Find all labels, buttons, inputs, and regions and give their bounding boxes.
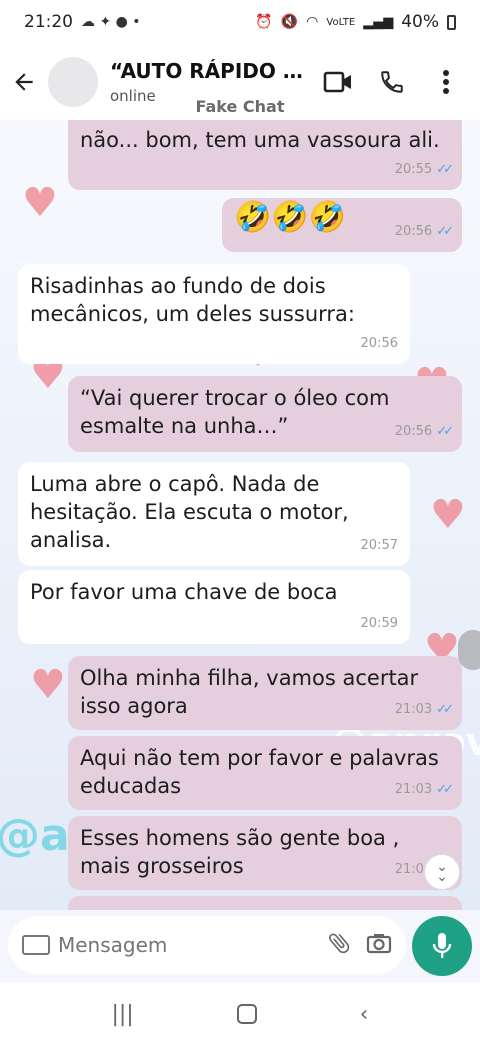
heart-icon: ♥	[430, 492, 466, 538]
home-button[interactable]	[236, 1004, 257, 1024]
alarm-icon: ⏰	[255, 14, 273, 30]
edge-panel-handle[interactable]	[458, 630, 480, 670]
fake-chat-label: Fake Chat	[195, 97, 285, 116]
back-arrow-icon	[15, 73, 33, 91]
signal-icon: ▂▄▆	[363, 14, 394, 30]
system-nav-bar: ||| ‹	[0, 982, 480, 1046]
message-time: 20:55	[394, 162, 433, 177]
network-label: VoLTE	[326, 16, 356, 28]
message-bubble-outgoing[interactable]: Esses homens são gente boa , mais grosse…	[68, 816, 462, 890]
message-text: Aqui não tem por favor e palavras educad…	[80, 746, 439, 798]
recent-apps-button[interactable]: |||	[111, 1002, 133, 1027]
message-text: Por favor uma chave de boca	[30, 580, 338, 604]
back-nav-button[interactable]: ‹	[360, 1002, 369, 1027]
camera-icon[interactable]	[366, 931, 392, 959]
voice-call-button[interactable]	[374, 64, 410, 100]
keyboard-icon[interactable]	[22, 935, 50, 955]
message-bubble-outgoing[interactable]: não... bom, tem uma vassoura ali. 20:55 ✓…	[68, 120, 462, 190]
scroll-down-button[interactable]: ⌄ ⌄	[424, 854, 460, 890]
status-time: 21:20	[24, 12, 73, 32]
heart-icon: ♥	[22, 180, 58, 226]
message-bubble-outgoing[interactable]: “Vai querer trocar o óleo com esmalte na…	[68, 376, 462, 452]
message-text: Risadinhas ao fundo de dois mecânicos, u…	[30, 274, 355, 326]
chat-area[interactable]: ♥ ♥ ♥ ♥ ♥ ♥ ♥ @aprov @aprov não... bom, …	[0, 120, 480, 910]
message-time: 20:57	[360, 538, 398, 553]
message-bubble-outgoing[interactable]: Olha minha filha, vamos acertar isso ago…	[68, 656, 462, 730]
phone-icon	[381, 71, 403, 93]
read-check-icon: ✓✓	[436, 424, 454, 439]
more-icon	[443, 70, 449, 94]
message-time: 21:03	[394, 782, 433, 797]
message-time: 20:56	[394, 424, 433, 439]
message-text: 🤣🤣🤣	[234, 200, 347, 235]
message-input-container	[8, 916, 406, 974]
message-text: Olha minha filha, vamos acertar isso ago…	[80, 666, 419, 718]
message-text: Esses homens são gente boa , mais grosse…	[80, 826, 400, 878]
video-call-button[interactable]	[320, 64, 356, 100]
read-check-icon: ✓✓	[436, 702, 454, 717]
read-check-icon: ✓✓	[436, 782, 454, 797]
message-bubble-outgoing[interactable]: 🤣🤣🤣 20:56 ✓✓	[222, 198, 462, 252]
wifi-icon: ◠	[306, 14, 319, 30]
battery-label: 40%	[401, 12, 439, 32]
message-time: 20:56	[394, 224, 433, 239]
message-time: 20:59	[360, 616, 398, 631]
mic-button[interactable]	[412, 916, 472, 976]
attach-icon[interactable]	[326, 930, 352, 960]
message-time: 21:03	[394, 702, 433, 717]
video-call-icon	[323, 71, 351, 93]
message-text: Luma abre o capô. Nada de hesitação. Ela…	[30, 472, 349, 552]
battery-icon	[447, 14, 456, 30]
mute-icon: 🔇	[280, 14, 299, 30]
notification-icons: ☁ ✦ ● •	[81, 14, 141, 30]
message-input[interactable]	[58, 933, 318, 957]
message-bubble-outgoing-partial[interactable]	[68, 896, 462, 910]
message-bubble-incoming[interactable]: Por favor uma chave de boca 20:59	[18, 570, 410, 644]
message-bubble-outgoing[interactable]: Aqui não tem por favor e palavras educad…	[68, 736, 462, 810]
message-composer	[0, 910, 480, 980]
heart-icon: ♥	[30, 662, 66, 708]
message-bubble-incoming[interactable]: Luma abre o capô. Nada de hesitação. Ela…	[18, 462, 410, 566]
status-bar: 21:20 ☁ ✦ ● • ⏰ 🔇 ◠ VoLTE ▂▄▆ 40%	[0, 0, 480, 44]
mic-icon	[432, 933, 452, 958]
message-text: “Vai querer trocar o óleo com esmalte na…	[80, 386, 390, 438]
message-bubble-incoming[interactable]: Risadinhas ao fundo de dois mecânicos, u…	[18, 264, 410, 364]
chevron-double-down-icon: ⌄ ⌄	[436, 859, 448, 885]
read-check-icon: ✓✓	[436, 224, 454, 239]
more-options-button[interactable]	[428, 64, 464, 100]
contact-name: “AUTO RÁPIDO EX...	[110, 59, 310, 83]
read-check-icon: ✓✓	[436, 162, 454, 177]
message-text: não... bom, tem uma vassoura ali.	[80, 128, 440, 152]
message-time: 20:56	[360, 336, 398, 351]
